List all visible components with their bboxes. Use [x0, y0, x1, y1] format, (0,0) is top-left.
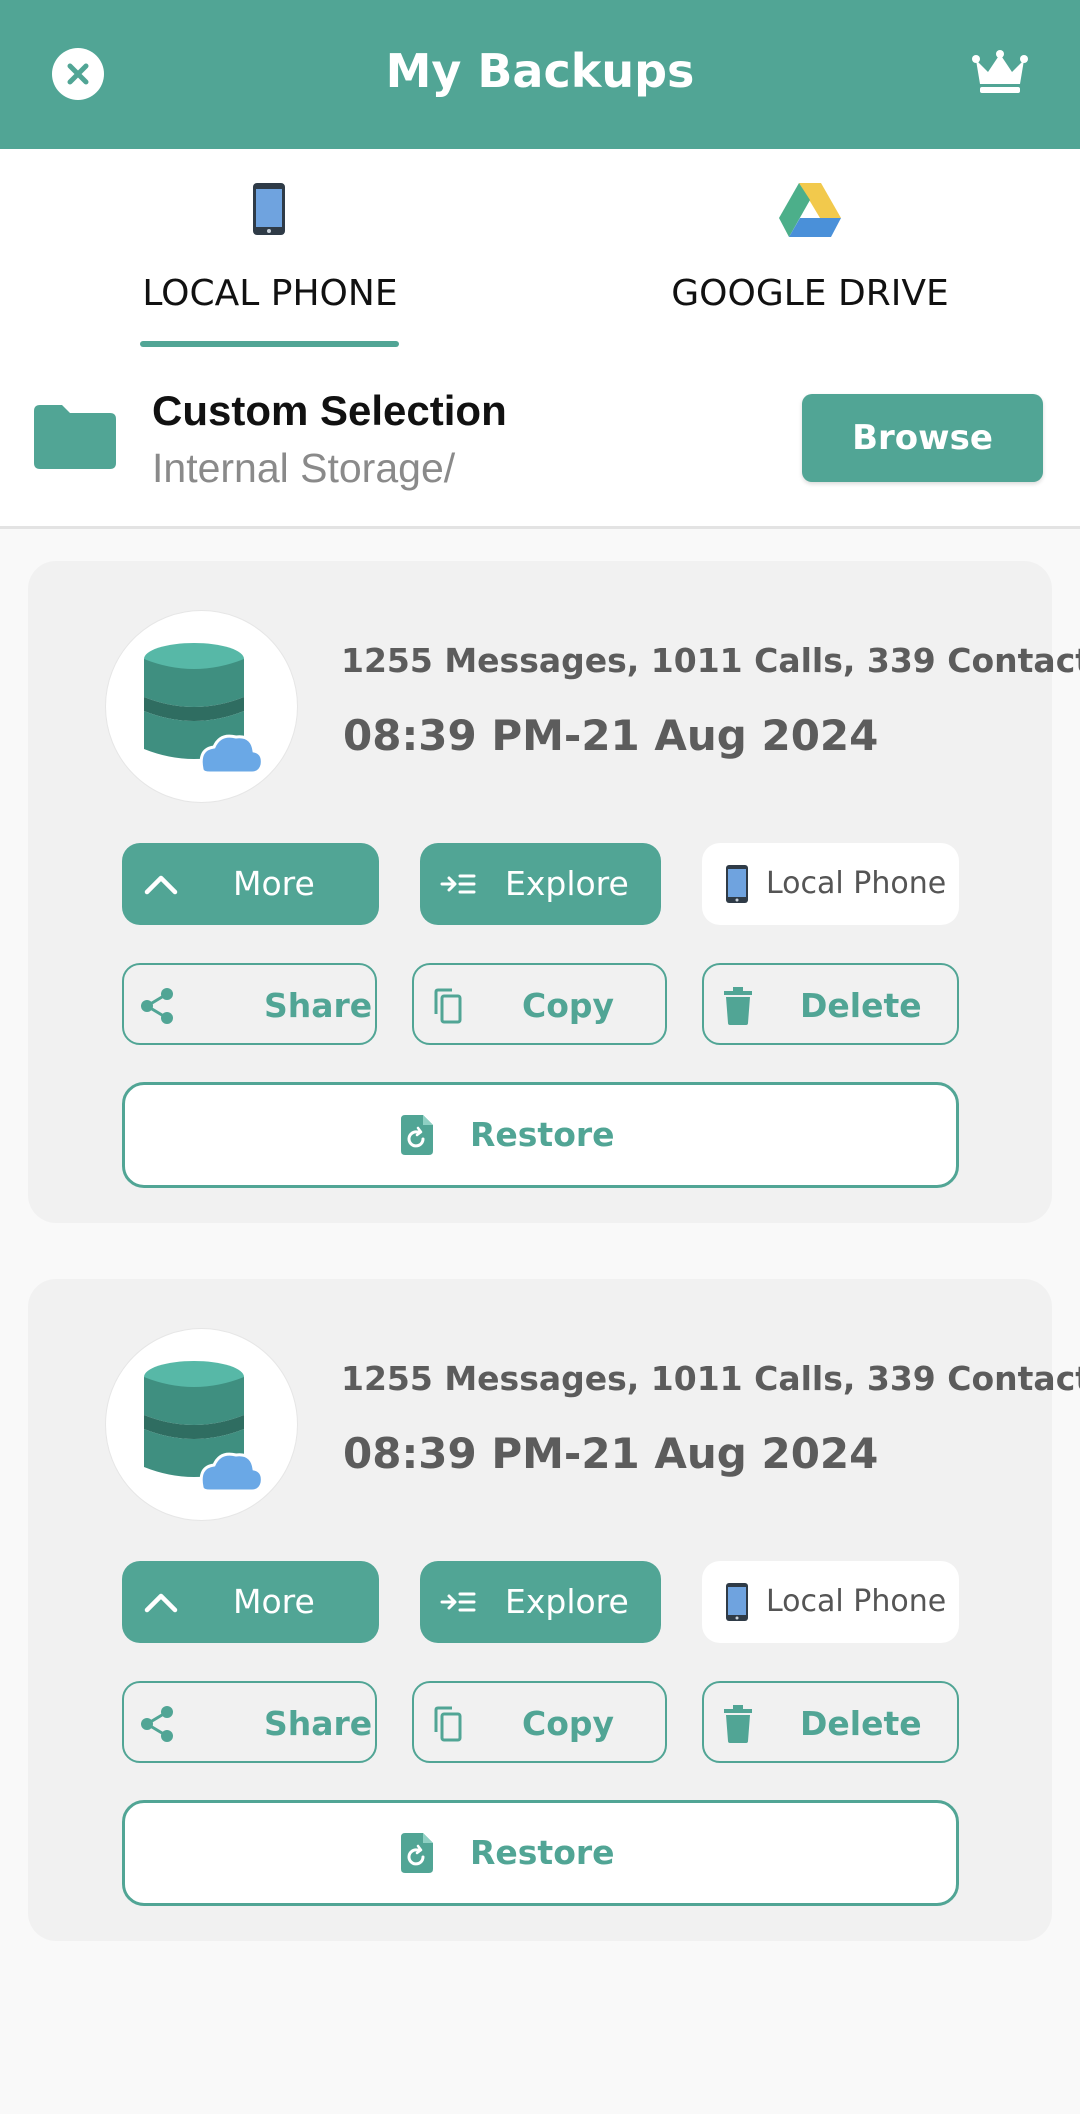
crown-icon[interactable] [972, 50, 1028, 94]
phone-icon [253, 183, 285, 240]
phone-icon [726, 1561, 748, 1643]
delete-label: Delete [800, 986, 922, 1025]
share-button[interactable]: Share [122, 963, 377, 1045]
delete-button[interactable]: Delete [702, 963, 959, 1045]
copy-icon [432, 1683, 462, 1765]
backup-summary: 1255 Messages, 1011 Calls, 339 Contacts [341, 641, 1080, 680]
share-label: Share [264, 1704, 373, 1743]
source-tabs: LOCAL PHONE GOOGLE DRIVE [0, 149, 1080, 369]
tab-google-drive[interactable]: GOOGLE DRIVE [540, 149, 1080, 349]
database-cloud-icon [105, 1328, 298, 1521]
copy-label: Copy [522, 1704, 615, 1743]
backup-card: 1255 Messages, 1011 Calls, 339 Contacts … [28, 1279, 1080, 1941]
explore-button[interactable]: Explore [420, 843, 661, 925]
location-label: Local Phone [766, 866, 947, 901]
location-badge: Local Phone [702, 843, 959, 925]
more-button[interactable]: More [122, 1561, 379, 1643]
restore-file-icon [401, 1803, 433, 1903]
restore-button[interactable]: Restore [122, 1800, 959, 1906]
explore-button[interactable]: Explore [420, 1561, 661, 1643]
selection-title: Custom Selection [152, 387, 507, 434]
app-header: My Backups [0, 0, 1080, 149]
copy-button[interactable]: Copy [412, 963, 667, 1045]
phone-icon [726, 843, 748, 925]
backup-datetime: 08:39 PM-21 Aug 2024 [343, 711, 879, 760]
more-button[interactable]: More [122, 843, 379, 925]
chevron-up-icon [144, 843, 178, 925]
selection-path: Internal Storage/ [152, 445, 456, 491]
delete-button[interactable]: Delete [702, 1681, 959, 1763]
trash-icon [724, 1683, 752, 1765]
restore-button[interactable]: Restore [122, 1082, 959, 1188]
share-icon [140, 965, 174, 1047]
backup-datetime: 08:39 PM-21 Aug 2024 [343, 1429, 879, 1478]
location-label: Local Phone [766, 1584, 947, 1619]
database-cloud-icon [105, 610, 298, 803]
restore-label: Restore [470, 1115, 615, 1154]
backup-summary: 1255 Messages, 1011 Calls, 339 Contacts [341, 1359, 1080, 1398]
more-label: More [233, 1582, 315, 1621]
restore-label: Restore [470, 1833, 615, 1872]
copy-label: Copy [522, 986, 615, 1025]
tab-local-phone[interactable]: LOCAL PHONE [0, 149, 540, 349]
explore-label: Explore [505, 1582, 629, 1621]
browse-button[interactable]: Browse [802, 394, 1043, 482]
location-badge: Local Phone [702, 1561, 959, 1643]
google-drive-icon [779, 183, 841, 242]
delete-label: Delete [800, 1704, 922, 1743]
more-label: More [233, 864, 315, 903]
chevron-up-icon [144, 1561, 178, 1643]
folder-icon [34, 405, 116, 474]
restore-file-icon [401, 1085, 433, 1185]
tab-label: LOCAL PHONE [142, 273, 398, 314]
storage-selection: Custom Selection Internal Storage/ Brows… [0, 369, 1080, 529]
share-button[interactable]: Share [122, 1681, 377, 1763]
explore-icon [440, 1561, 476, 1643]
backup-card: 1255 Messages, 1011 Calls, 339 Contacts … [28, 561, 1080, 1223]
tab-label: GOOGLE DRIVE [671, 273, 949, 314]
share-icon [140, 1683, 174, 1765]
explore-label: Explore [505, 864, 629, 903]
share-label: Share [264, 986, 373, 1025]
copy-icon [432, 965, 462, 1047]
explore-icon [440, 843, 476, 925]
trash-icon [724, 965, 752, 1047]
copy-button[interactable]: Copy [412, 1681, 667, 1763]
page-title: My Backups [385, 44, 695, 98]
active-tab-indicator [140, 341, 399, 347]
